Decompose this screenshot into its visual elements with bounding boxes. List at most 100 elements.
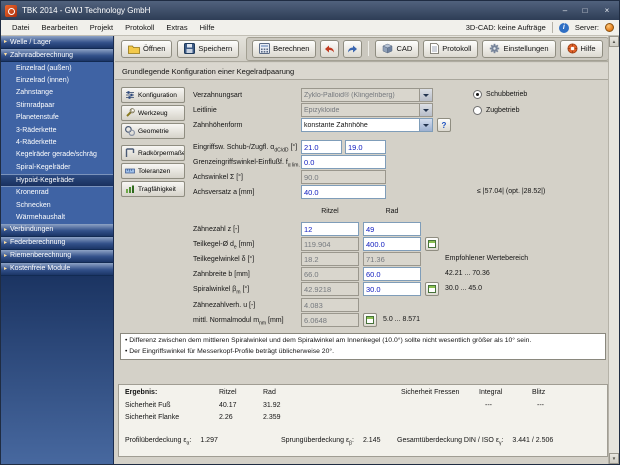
menu-bearbeiten[interactable]: Bearbeiten bbox=[36, 20, 84, 35]
help-button[interactable]: Hilfe bbox=[560, 40, 603, 58]
leitlinie-label: Leitlinie bbox=[193, 106, 217, 115]
grenzeingriffswinkel-input[interactable] bbox=[301, 155, 386, 169]
section-label: Zahnradberechnung bbox=[10, 52, 73, 59]
zahnhoehenform-value: konstante Zahnhöhe bbox=[302, 122, 419, 129]
save-button[interactable]: Speichern bbox=[177, 40, 239, 58]
scroll-down-icon[interactable]: ▼ bbox=[609, 453, 619, 464]
close-icon[interactable]: × bbox=[595, 1, 619, 20]
sidebar-item-schnecken[interactable]: Schnecken bbox=[1, 199, 113, 211]
nav-geometrie-button[interactable]: Geometrie bbox=[121, 123, 185, 139]
spiralwinkel-rad-input[interactable] bbox=[363, 282, 421, 296]
zaehnezahlverh-input bbox=[301, 298, 359, 312]
nav-radkoerpermasse-button[interactable]: Radkörpermaße bbox=[121, 145, 185, 161]
zahnhoehenform-select[interactable]: konstante Zahnhöhe bbox=[301, 118, 433, 132]
open-button[interactable]: Öffnen bbox=[121, 40, 172, 58]
sidebar-section-kostenfreie-module[interactable]: ▸ Kostenfreie Module bbox=[1, 263, 113, 276]
undo-button[interactable] bbox=[320, 40, 339, 58]
zahnbreite-rad-input[interactable] bbox=[363, 267, 421, 281]
results-col-blitz: Blitz bbox=[532, 389, 545, 396]
eingriffswinkel-zug-input[interactable] bbox=[345, 140, 386, 154]
sidebar-section-federberechnung[interactable]: ▸ Federberechnung bbox=[1, 237, 113, 250]
normalmodul-lookup-button[interactable] bbox=[363, 313, 377, 327]
label-unit: [mm] bbox=[266, 317, 284, 324]
label-text: Profilüberdeckung ε bbox=[125, 437, 187, 444]
teilkegelwinkel-ritzel-input bbox=[301, 252, 359, 266]
achsversatz-input[interactable] bbox=[301, 185, 386, 199]
nav-werkzeug-button[interactable]: Werkzeug bbox=[121, 105, 185, 121]
nav-tragfaehigkeit-button[interactable]: Tragfähigkeit bbox=[121, 181, 185, 197]
zaehnezahl-ritzel-input[interactable] bbox=[301, 222, 359, 236]
protocol-button[interactable]: Protokoll bbox=[423, 40, 478, 58]
teilkegel-lookup-button[interactable] bbox=[425, 237, 439, 251]
nav-toleranzen-button[interactable]: Toleranzen bbox=[121, 163, 185, 179]
zaehnezahl-label: Zähnezahl z [-] bbox=[193, 225, 239, 234]
sidebar-section-zahnradberechnung[interactable]: ▾ Zahnradberechnung bbox=[1, 49, 113, 62]
chevron-down-icon bbox=[419, 104, 432, 116]
minimize-icon[interactable]: – bbox=[555, 1, 575, 20]
sidebar-section-riemenberechnung[interactable]: ▸ Riemenberechnung bbox=[1, 250, 113, 263]
menu-protokoll[interactable]: Protokoll bbox=[119, 20, 160, 35]
grenzeingriffswinkel-label: Grenzeingriffswinkel-Einflußf. fα lim. [… bbox=[193, 158, 300, 170]
calculate-button[interactable]: Berechnen bbox=[252, 40, 316, 58]
menu-datei[interactable]: Datei bbox=[6, 20, 36, 35]
sidebar-item-kronenrad[interactable]: Kronenrad bbox=[1, 187, 113, 199]
achswinkel-input bbox=[301, 170, 386, 184]
maximize-icon[interactable]: □ bbox=[575, 1, 595, 20]
verzahnungsart-select: Zyklo-Palloid® (Klingelnberg) bbox=[301, 88, 433, 102]
menu-hilfe[interactable]: Hilfe bbox=[194, 20, 221, 35]
sicherheit-fressen-integral: --- bbox=[485, 402, 492, 409]
settings-button[interactable]: Einstellungen bbox=[482, 40, 555, 58]
menu-projekt[interactable]: Projekt bbox=[84, 20, 119, 35]
sidebar-item-4-raederkette[interactable]: 4-Räderkette bbox=[1, 136, 113, 148]
toolbar-divider bbox=[368, 41, 369, 56]
menu-extras[interactable]: Extras bbox=[160, 20, 193, 35]
teilkegel-rad-input[interactable] bbox=[363, 237, 421, 251]
section-label: Verbindungen bbox=[10, 226, 53, 233]
chevron-right-icon: ▸ bbox=[4, 266, 7, 272]
profilueberdeckung: Profilüberdeckung εα:1.297 bbox=[125, 437, 218, 446]
sidebar-item-zahnstange[interactable]: Zahnstange bbox=[1, 87, 113, 99]
sidebar-item-kegelraeder-gerade-schraeg[interactable]: Kegelräder gerade/schräg bbox=[1, 149, 113, 161]
sidebar-item-hypoid-kegelraeder[interactable]: Hypoid-Kegelräder bbox=[1, 174, 113, 187]
results-col-ritzel: Ritzel bbox=[219, 389, 237, 396]
sidebar-item-spiral-kegelraeder[interactable]: Spiral-Kegelräder bbox=[1, 161, 113, 173]
spiralwinkel-lookup-button[interactable] bbox=[425, 282, 439, 296]
zahnhoehenform-help-button[interactable]: ? bbox=[437, 118, 451, 132]
server-label: Server: bbox=[575, 23, 599, 32]
normalmodul-label: mittl. Normalmodul mnm [mm] bbox=[193, 316, 284, 328]
chevron-down-icon bbox=[419, 89, 432, 101]
schubbetrieb-radio[interactable]: Schubbetrieb bbox=[473, 90, 527, 99]
chevron-down-icon bbox=[419, 119, 432, 131]
sidebar-item-waermehaushalt[interactable]: Wärmehaushalt bbox=[1, 211, 113, 223]
sidebar-item-stirnradpaar[interactable]: Stirnradpaar bbox=[1, 99, 113, 111]
scroll-up-icon[interactable]: ▲ bbox=[609, 36, 619, 47]
eingriffswinkel-schub-input[interactable] bbox=[301, 140, 342, 154]
zaehnezahl-rad-input[interactable] bbox=[363, 222, 421, 236]
section-label: Riemenberechnung bbox=[10, 252, 71, 259]
sidebar-item-planetenstufe[interactable]: Planetenstufe bbox=[1, 112, 113, 124]
page-title-text: Grundlegende Konfiguration einer Kegelra… bbox=[122, 67, 294, 76]
teilkegelwinkel-rad-input bbox=[363, 252, 421, 266]
chevron-right-icon: ▸ bbox=[4, 227, 7, 233]
sidebar-item-einzelrad-aussen[interactable]: Einzelrad (außen) bbox=[1, 62, 113, 74]
sidebar-section-verbindungen[interactable]: ▸ Verbindungen bbox=[1, 224, 113, 237]
info-icon[interactable]: i bbox=[559, 23, 569, 33]
sidebar-section-welle-lager[interactable]: ▸ Welle / Lager bbox=[1, 36, 113, 49]
nav-konfiguration-button[interactable]: Konfiguration bbox=[121, 87, 185, 103]
sidebar-item-3-raederkette[interactable]: 3-Räderkette bbox=[1, 124, 113, 136]
column-header-rad: Rad bbox=[363, 208, 421, 215]
nav-label: Werkzeug bbox=[138, 110, 168, 117]
cad-cube-icon bbox=[382, 43, 393, 54]
spiralwinkel-label: Spiralwinkel βm [°] bbox=[193, 285, 249, 297]
cad-button[interactable]: CAD bbox=[375, 40, 419, 58]
calculate-label: Berechnen bbox=[273, 44, 309, 53]
redo-button[interactable] bbox=[343, 40, 362, 58]
zugbetrieb-radio[interactable]: Zugbetrieb bbox=[473, 106, 519, 115]
vertical-scrollbar[interactable]: ▲ ▼ bbox=[608, 36, 619, 464]
menu-bar: Datei Bearbeiten Projekt Protokoll Extra… bbox=[1, 20, 619, 36]
label-text: Spiralwinkel β bbox=[193, 286, 236, 293]
app-icon[interactable] bbox=[5, 5, 17, 17]
sicherheit-flanke-label: Sicherheit Flanke bbox=[125, 414, 179, 421]
sidebar-item-einzelrad-innen[interactable]: Einzelrad (innen) bbox=[1, 74, 113, 86]
label-text: Grenzeingriffswinkel-Einflußf. f bbox=[193, 159, 288, 166]
